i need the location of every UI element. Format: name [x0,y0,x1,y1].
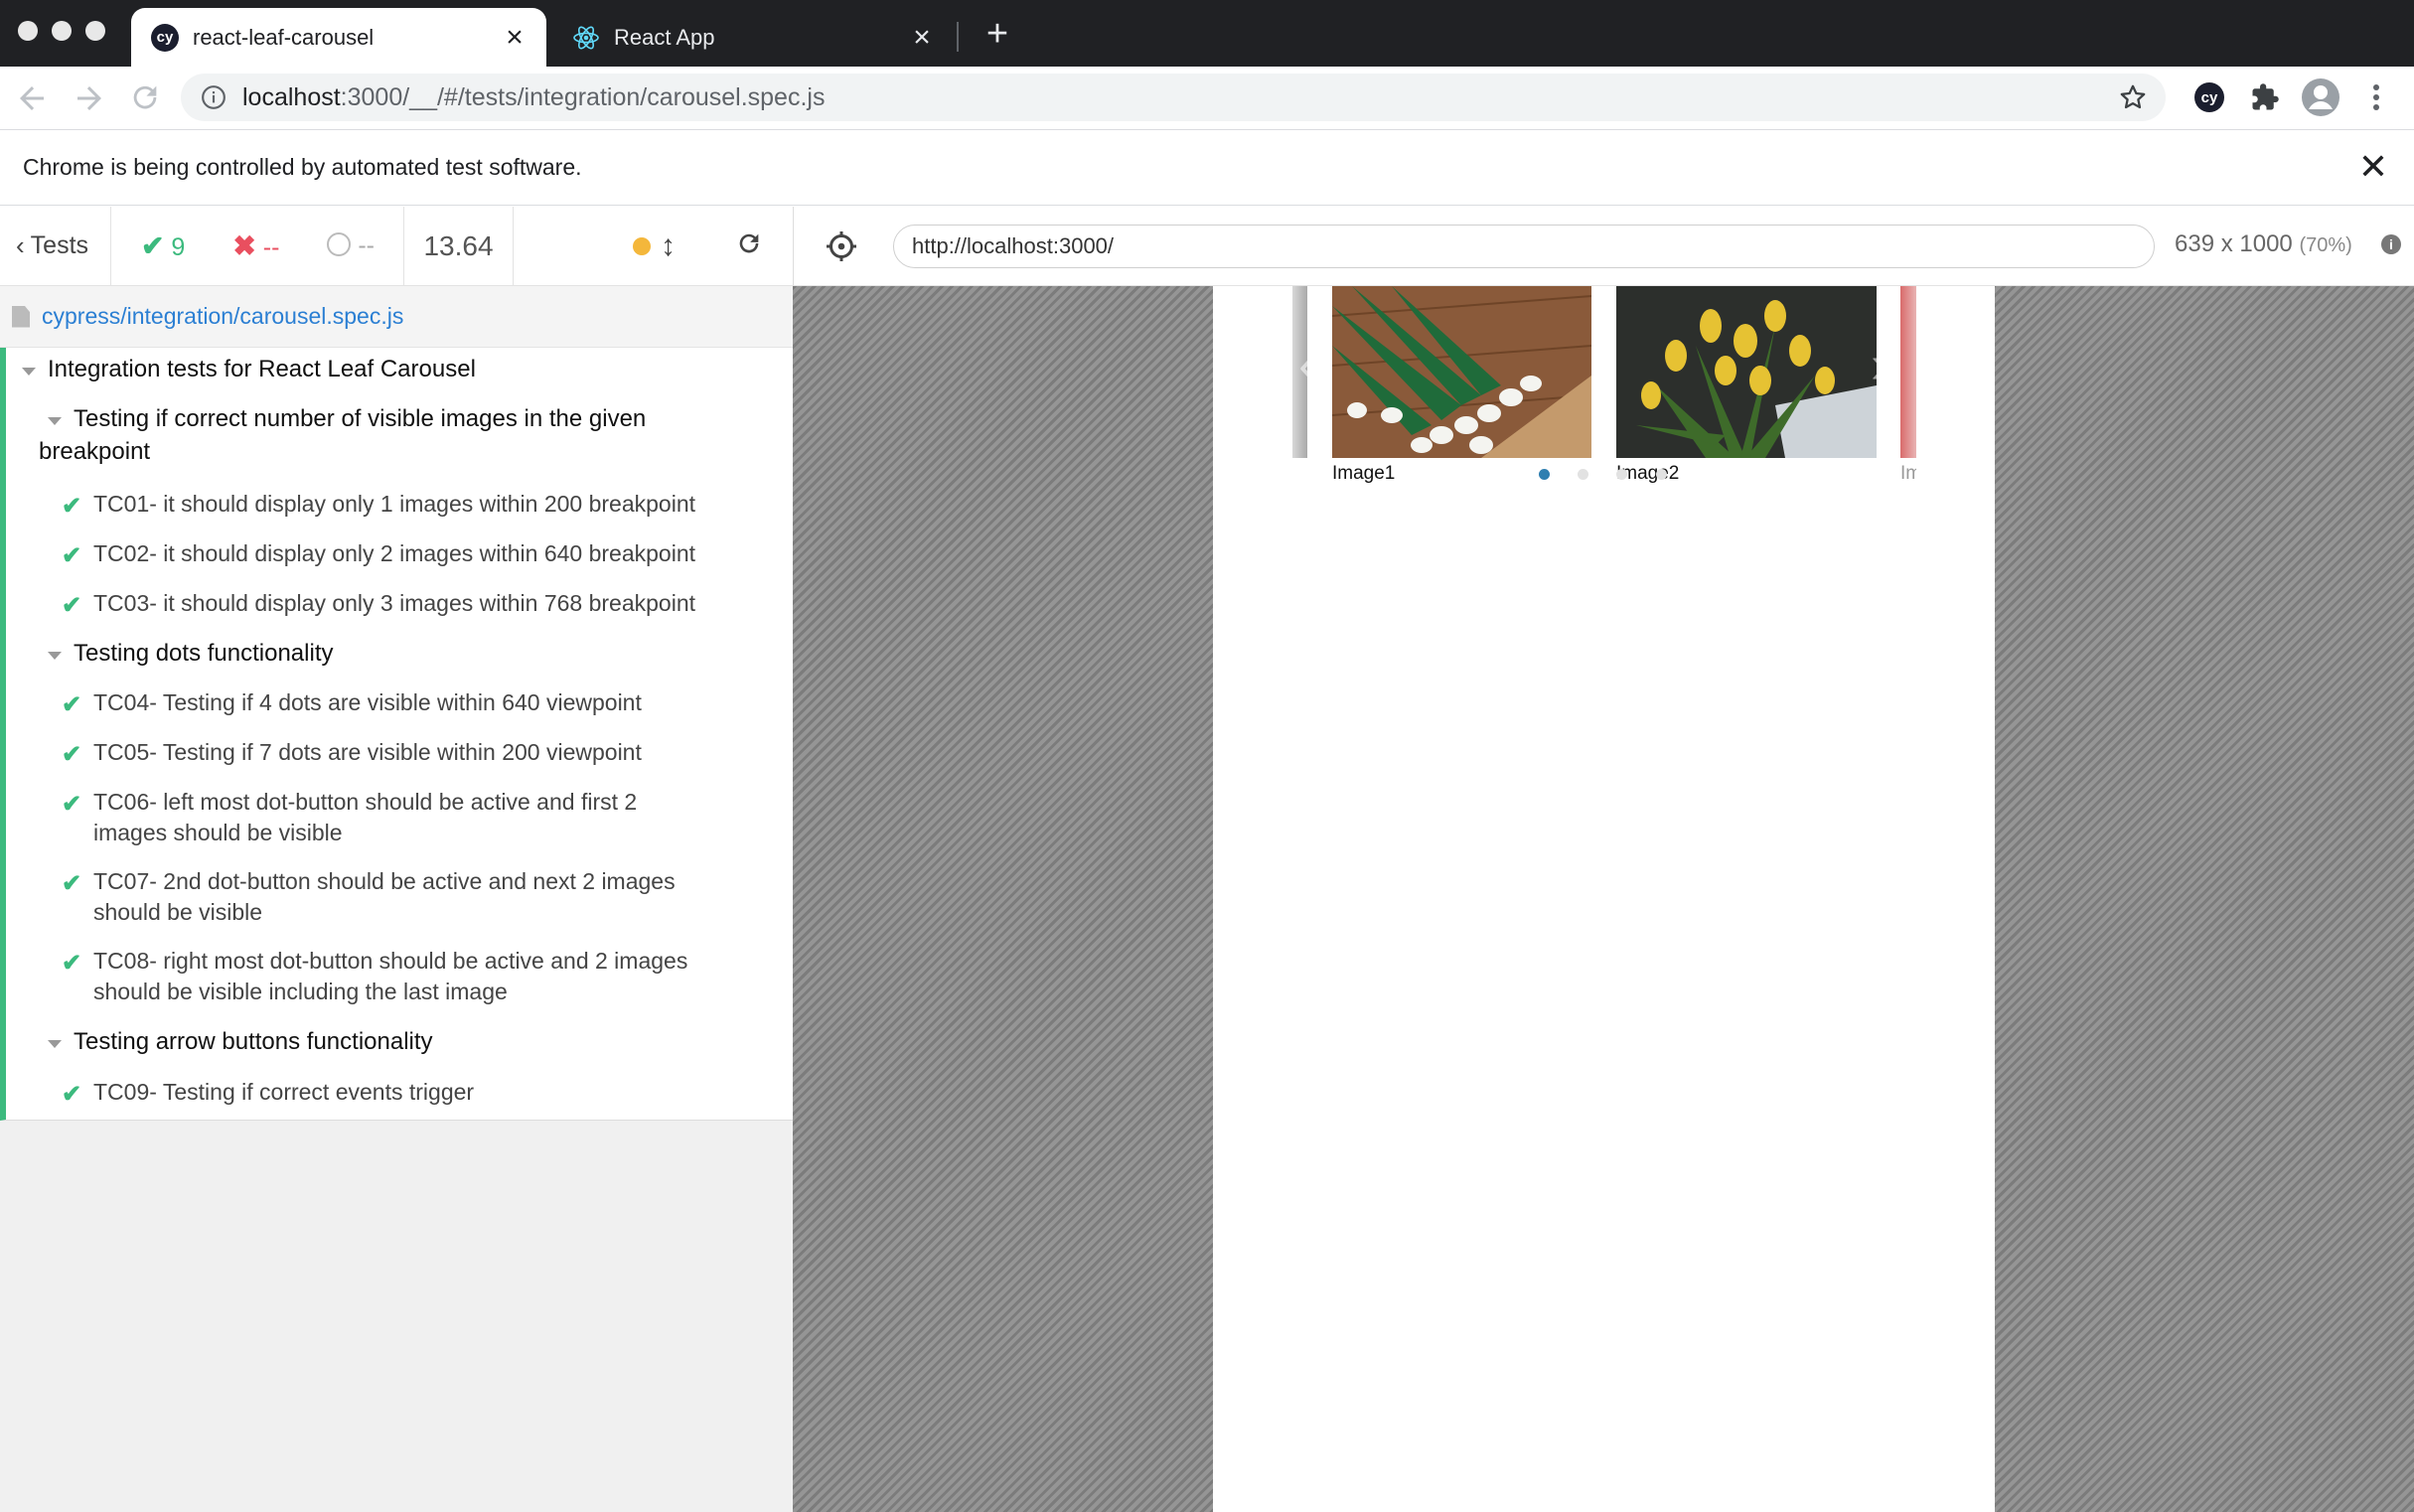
cypress-extension-icon[interactable]: cy [2191,79,2227,115]
window-minimize-light[interactable] [52,21,72,41]
chrome-menu-icon[interactable] [2358,79,2394,115]
infobar-message: Chrome is being controlled by automated … [23,154,582,180]
image-caption: Im [1900,463,1916,484]
close-icon[interactable]: × [501,22,528,52]
check-icon: ✔ [62,542,82,569]
status-dot-icon [633,236,651,255]
reporter-empty-area [0,1121,793,1512]
suite-title-cont[interactable]: breakpoint [39,436,150,467]
aut-header: http://localhost:3000/ 639 x 1000 (70%) … [793,207,2414,286]
tests-back-button[interactable]: ‹ Tests [0,207,111,285]
infobar-close-icon[interactable]: ✕ [2358,146,2388,188]
tab-divider [957,22,959,52]
test-title[interactable]: TC07- 2nd dot-button should be active an… [93,866,676,897]
carousel-image-2 [1616,286,1877,458]
test-title[interactable]: TC03- it should display only 3 images wi… [93,588,695,619]
window-close-light[interactable] [18,21,38,41]
carousel-prev-arrow-icon[interactable]: ‹ [1298,334,1316,395]
reporter-controls: ↕ [514,207,793,285]
tab-title: react-leaf-carousel [193,24,375,50]
caret-down-icon[interactable] [22,368,36,376]
failed-stat: ✖ -- [232,230,280,261]
file-icon [12,305,30,328]
test-title[interactable]: TC09- Testing if correct events trigger [93,1077,474,1108]
check-icon: ✔ [62,950,82,977]
back-icon[interactable] [14,80,50,116]
site-info-icon[interactable] [201,84,226,110]
check-icon: ✔ [62,741,82,768]
auto-scroll-icon[interactable]: ↕ [661,229,676,263]
extensions-puzzle-icon[interactable] [2247,79,2283,115]
suite-title[interactable]: Testing dots functionality [74,638,333,669]
tests-label: Tests [30,231,89,259]
test-title-cont[interactable]: should be visible including the last ima… [93,977,508,1007]
test-title-cont[interactable]: should be visible [93,897,262,928]
suite-title[interactable]: Testing if correct number of visible ima… [74,403,646,434]
caret-down-icon[interactable] [48,652,62,660]
circle-notch-icon [327,232,352,256]
react-icon [572,24,600,52]
tab-title: React App [614,24,715,50]
bookmark-star-icon[interactable] [2118,82,2148,112]
duration: 13.64 [404,207,514,285]
root-suite-title[interactable]: Integration tests for React Leaf Carouse… [48,354,476,384]
image-caption: Image1 [1332,463,1396,484]
test-stats: ✔ 9 ✖ -- -- [111,207,404,285]
new-tab-icon[interactable]: + [978,14,1017,54]
carousel-dot[interactable] [1656,469,1667,480]
check-icon: ✔ [62,691,82,718]
test-title-cont[interactable]: images should be visible [93,818,343,848]
viewport-size: 639 x 1000 (70%) [2175,230,2352,257]
caret-down-icon[interactable] [48,417,62,425]
test-title[interactable]: TC02- it should display only 2 images wi… [93,538,695,569]
check-icon: ✔ [141,230,165,261]
test-title[interactable]: TC04- Testing if 4 dots are visible with… [93,687,642,718]
profile-avatar-icon[interactable] [2301,77,2340,117]
check-icon: ✔ [62,493,82,520]
carousel-image-1 [1332,286,1591,458]
carousel-dot-active[interactable] [1539,469,1550,480]
check-icon: ✔ [62,592,82,619]
window-zoom-light[interactable] [85,21,105,41]
selector-playground-icon[interactable] [824,228,859,264]
close-icon[interactable]: × [908,22,936,52]
test-title[interactable]: TC08- right most dot-button should be ac… [93,946,687,977]
automation-infobar: Chrome is being controlled by automated … [0,129,2414,206]
forward-icon[interactable] [72,80,107,116]
test-title[interactable]: TC01- it should display only 1 images wi… [93,489,695,520]
cypress-icon: cy [151,23,179,52]
carousel-dot[interactable] [1578,469,1588,480]
check-icon: ✔ [62,1081,82,1108]
pending-stat: -- [327,231,375,260]
tab-strip: cy react-leaf-carousel × React App × + [0,0,2414,67]
spec-file-link[interactable]: cypress/integration/carousel.spec.js [42,303,403,330]
cross-icon: ✖ [232,230,256,261]
tab-react-app[interactable]: React App × [552,8,954,67]
test-title[interactable]: TC05- Testing if 7 dots are visible with… [93,737,642,768]
rerun-icon[interactable] [735,229,763,263]
carousel-dot[interactable] [1616,469,1627,480]
info-icon[interactable]: i [2381,234,2401,254]
runnables-list: Integration tests for React Leaf Carouse… [0,348,793,1121]
spec-header: cypress/integration/carousel.spec.js [0,286,793,348]
caret-down-icon[interactable] [48,1040,62,1048]
test-title[interactable]: TC06- left most dot-button should be act… [93,787,637,818]
tab-react-leaf-carousel[interactable]: cy react-leaf-carousel × [131,8,546,67]
chevron-left-icon: ‹ [16,230,25,260]
aut-iframe: ‹ › Image1 Image2 Im [1213,286,1995,1512]
check-icon: ✔ [62,870,82,897]
address-bar[interactable]: localhost:3000/__/#/tests/integration/ca… [181,74,2166,121]
address-url[interactable]: localhost:3000/__/#/tests/integration/ca… [242,83,2118,112]
suite-title[interactable]: Testing arrow buttons functionality [74,1026,433,1057]
carousel-next-arrow-icon[interactable]: › [1871,334,1888,395]
passed-stat: ✔ 9 [141,230,186,261]
aut-url-field[interactable]: http://localhost:3000/ [893,225,2155,268]
carousel-slide-partial [1900,286,1916,458]
check-icon: ✔ [62,791,82,818]
reporter-header: ‹ Tests ✔ 9 ✖ -- -- 13.64 ↕ [0,207,793,286]
reload-icon[interactable] [127,80,163,116]
